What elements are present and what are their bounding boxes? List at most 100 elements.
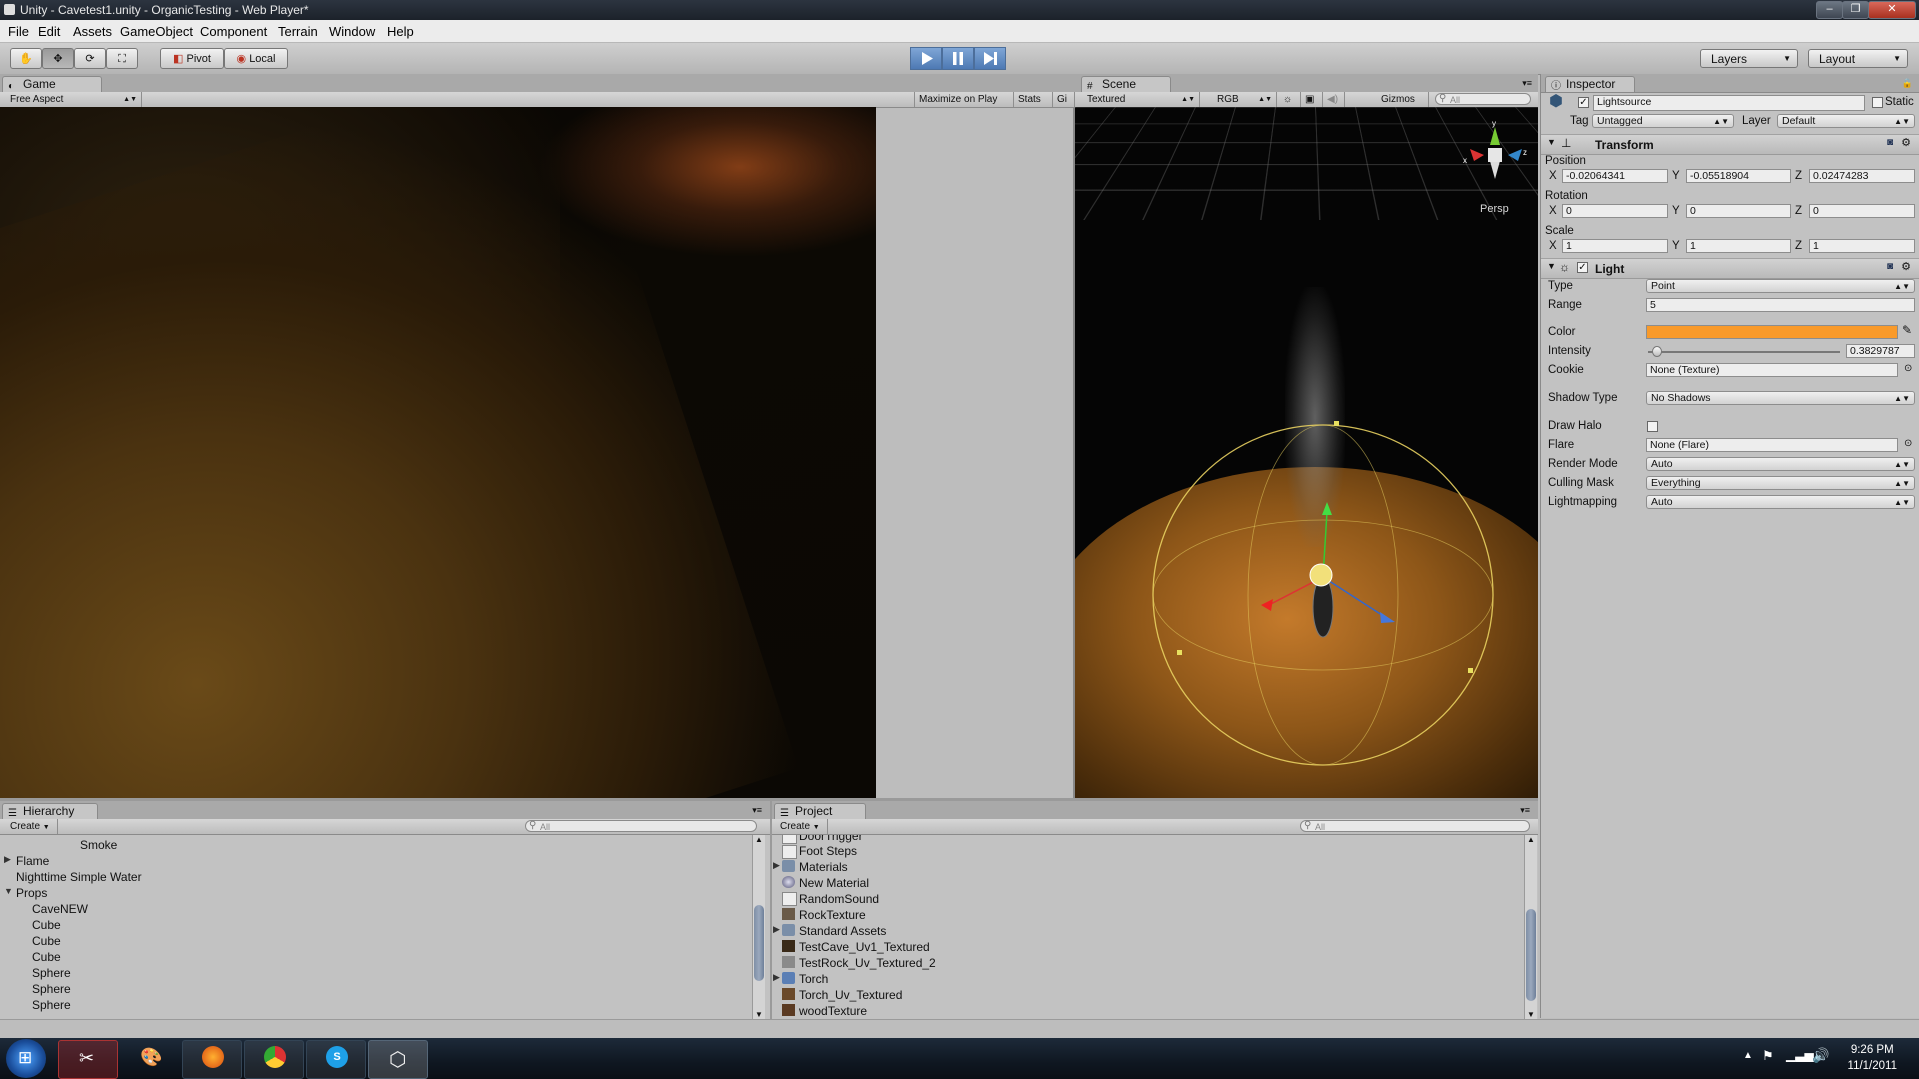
stats-toggle[interactable]: Stats xyxy=(1014,92,1053,107)
scene-orientation-gizmo[interactable]: y z x xyxy=(1460,119,1530,189)
rotation-y-field[interactable]: 0 xyxy=(1686,204,1791,218)
layers-dropdown[interactable]: Layers ▼ xyxy=(1700,49,1798,68)
minimize-button[interactable]: ‒ xyxy=(1816,1,1843,19)
game-viewport[interactable] xyxy=(0,107,876,798)
foldout-arrow-icon[interactable]: ▼ xyxy=(1547,137,1556,147)
action-center-flag-icon[interactable]: ⚑ xyxy=(1762,1048,1774,1064)
list-item[interactable]: Nighttime Simple Water xyxy=(16,870,142,884)
help-icon[interactable]: ◙ xyxy=(1887,261,1893,272)
color-swatch[interactable] xyxy=(1646,325,1898,339)
taskbar-paint[interactable]: 🎨 xyxy=(120,1040,178,1077)
list-item[interactable]: TestCave_Uv1_Textured xyxy=(799,940,930,954)
gear-icon[interactable]: ⚙ xyxy=(1901,260,1911,273)
show-hidden-icons[interactable]: ▲ xyxy=(1743,1050,1753,1061)
list-item[interactable]: Sphere xyxy=(32,998,71,1012)
hierarchy-search-input[interactable]: All xyxy=(525,820,757,832)
intensity-field[interactable]: 0.3829787 xyxy=(1846,344,1915,358)
list-item[interactable]: Sphere xyxy=(32,982,71,996)
step-button[interactable] xyxy=(974,47,1006,70)
lightmapping-dropdown[interactable]: Auto ▲▼ xyxy=(1646,495,1915,509)
foldout-arrow-icon[interactable]: ▼ xyxy=(1547,261,1556,271)
cookie-field[interactable]: None (Texture) xyxy=(1646,363,1898,377)
move-tool-button[interactable]: ✥ xyxy=(42,48,74,69)
list-item[interactable]: Props xyxy=(16,886,47,900)
transform-header[interactable]: ▼ ⊥ Transform ◙ ⚙ xyxy=(1541,134,1919,155)
layer-dropdown[interactable]: Default ▲▼ xyxy=(1777,114,1915,128)
render-mode-dropdown[interactable]: Auto ▲▼ xyxy=(1646,457,1915,471)
hand-tool-button[interactable]: ✋ xyxy=(10,48,42,69)
flare-field[interactable]: None (Flare) xyxy=(1646,438,1898,452)
hierarchy-project-divider[interactable] xyxy=(770,801,772,1019)
maximize-on-play-toggle[interactable]: Maximize on Play xyxy=(914,92,1014,107)
render-mode-dropdown[interactable]: Textured ▲▼ xyxy=(1083,92,1200,107)
menu-window[interactable]: Window xyxy=(329,24,375,39)
scene-gizmos-dropdown[interactable]: Gizmos ▼ xyxy=(1377,92,1429,119)
scene-audio-toggle[interactable]: ◀) xyxy=(1323,92,1345,107)
projection-label[interactable]: Persp xyxy=(1480,203,1509,215)
list-item[interactable]: Standard Assets xyxy=(799,924,886,938)
menu-terrain[interactable]: Terrain xyxy=(278,24,318,39)
menu-file[interactable]: File xyxy=(8,24,29,39)
scroll-up-icon[interactable]: ▲ xyxy=(755,835,763,844)
menu-edit[interactable]: Edit xyxy=(38,24,60,39)
object-picker-icon[interactable]: ⊙ xyxy=(1904,363,1912,374)
help-icon[interactable]: ◙ xyxy=(1887,137,1893,148)
tab-scene[interactable]: # Scene xyxy=(1081,76,1171,92)
volume-icon[interactable]: 🔊 xyxy=(1812,1047,1829,1064)
list-item[interactable]: Flame xyxy=(16,854,49,868)
menu-gameobject[interactable]: GameObject xyxy=(120,24,193,39)
taskbar-skype[interactable]: S xyxy=(306,1040,366,1079)
project-scrollbar[interactable]: ▲ ▼ xyxy=(1524,835,1537,1019)
list-item[interactable]: woodTexture xyxy=(799,1004,867,1018)
project-search-input[interactable]: All xyxy=(1300,820,1530,832)
scene-search-input[interactable]: All xyxy=(1435,93,1531,105)
pivot-toggle[interactable]: ◧ Pivot xyxy=(160,48,224,69)
list-item[interactable]: Foot Steps xyxy=(799,844,857,858)
start-button[interactable]: ⊞ xyxy=(6,1039,46,1078)
culling-mask-dropdown[interactable]: Everything ▲▼ xyxy=(1646,476,1915,490)
type-dropdown[interactable]: Point ▲▼ xyxy=(1646,279,1915,293)
aspect-dropdown[interactable]: Free Aspect ▲▼ xyxy=(6,92,142,107)
foldout-arrow-icon[interactable]: ▶ xyxy=(4,854,11,865)
tab-inspector[interactable]: ⓘ Inspector xyxy=(1545,76,1635,92)
position-x-field[interactable]: -0.02064341 xyxy=(1562,169,1668,183)
panel-menu-icon[interactable]: ▾≡ xyxy=(1520,805,1530,816)
light-enabled-checkbox[interactable]: ✓ xyxy=(1577,262,1588,273)
menu-help[interactable]: Help xyxy=(387,24,414,39)
object-name-field[interactable]: Lightsource xyxy=(1593,95,1865,111)
panel-menu-icon[interactable]: ▾≡ xyxy=(752,805,762,816)
scene-viewport[interactable]: y z x Persp xyxy=(1075,107,1538,798)
list-item[interactable]: RockTexture xyxy=(799,908,866,922)
object-picker-icon[interactable]: ⊙ xyxy=(1904,438,1912,449)
position-z-field[interactable]: 0.02474283 xyxy=(1809,169,1915,183)
channel-dropdown[interactable]: RGB ▲▼ xyxy=(1213,92,1277,107)
list-item[interactable]: Smoke xyxy=(80,838,117,852)
list-item[interactable]: Sphere xyxy=(32,966,71,980)
list-item[interactable]: RandomSound xyxy=(799,892,879,906)
rotation-x-field[interactable]: 0 xyxy=(1562,204,1668,218)
rotate-tool-button[interactable]: ⟳ xyxy=(74,48,106,69)
list-item[interactable]: DoorTrigger xyxy=(799,835,863,843)
layout-dropdown[interactable]: Layout ▼ xyxy=(1808,49,1908,68)
static-checkbox[interactable] xyxy=(1872,97,1883,108)
list-item[interactable]: New Material xyxy=(799,876,869,890)
list-item[interactable]: CaveNEW xyxy=(32,902,88,916)
hierarchy-create-dropdown[interactable]: Create ▼ xyxy=(6,819,58,834)
eyedropper-icon[interactable]: ✎ xyxy=(1902,323,1912,337)
scene-lighting-toggle[interactable]: ☼ xyxy=(1279,92,1301,107)
list-item[interactable]: Torch_Uv_Textured xyxy=(799,988,902,1002)
tab-game[interactable]: ◐ Game xyxy=(2,76,102,92)
network-icon[interactable]: ▁▃▅ xyxy=(1786,1048,1814,1062)
position-y-field[interactable]: -0.05518904 xyxy=(1686,169,1791,183)
hierarchy-scrollbar[interactable]: ▲ ▼ xyxy=(752,835,765,1019)
draw-halo-checkbox[interactable] xyxy=(1647,421,1658,432)
foldout-arrow-icon[interactable]: ▶ xyxy=(773,972,780,983)
list-item[interactable]: Materials xyxy=(799,860,848,874)
tab-hierarchy[interactable]: ☰ Hierarchy xyxy=(2,803,98,819)
scale-tool-button[interactable]: ⛶ xyxy=(106,48,138,69)
menu-component[interactable]: Component xyxy=(200,24,267,39)
lock-icon[interactable]: 🔒 xyxy=(1902,78,1913,89)
scale-z-field[interactable]: 1 xyxy=(1809,239,1915,253)
project-create-dropdown[interactable]: Create ▼ xyxy=(776,819,828,834)
menu-assets[interactable]: Assets xyxy=(73,24,112,39)
